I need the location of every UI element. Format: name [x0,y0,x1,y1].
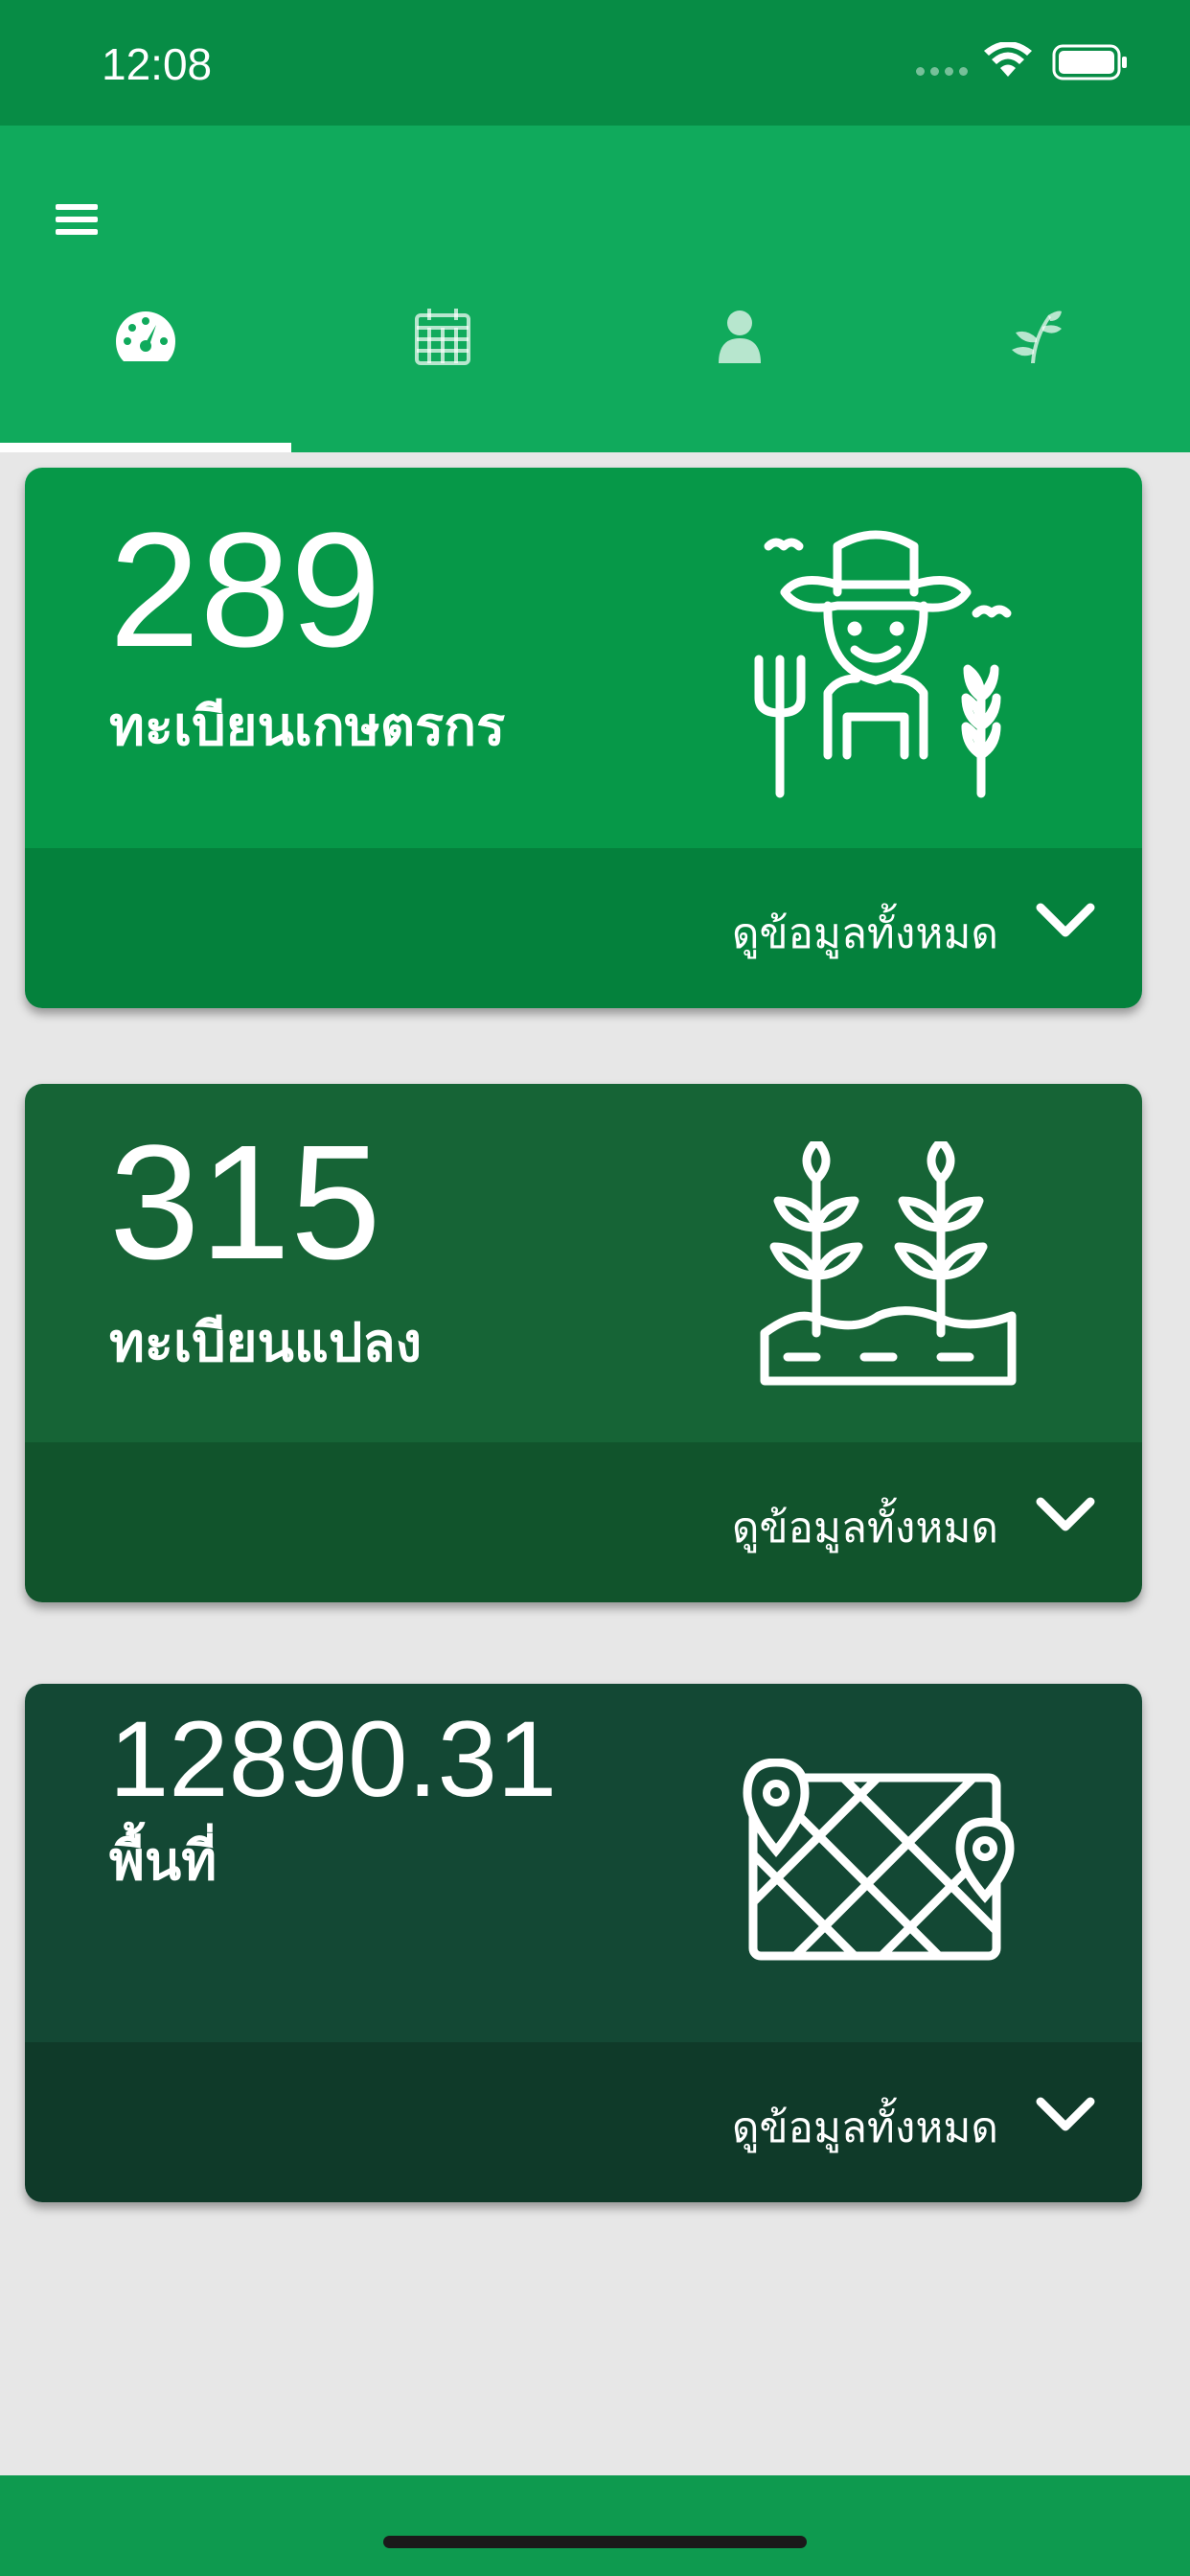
view-all-link[interactable]: ดูข้อมูลทั้งหมด [732,2094,998,2161]
map-pins-icon [743,1759,1015,1961]
card-footer[interactable]: ดูข้อมูลทั้งหมด [25,848,1142,1008]
view-all-link[interactable]: ดูข้อมูลทั้งหมด [732,1494,998,1561]
status-time: 12:08 [102,39,213,89]
farmer-registry-card[interactable]: 289 ทะเบียนเกษตรกร ดูข้อมูลทั้งหมด [25,468,1142,1008]
status-bar: 12:08 [0,0,1190,126]
chevron-down-icon[interactable] [1035,900,1096,942]
card-header: 12890.31 พื้นที่ [25,1684,1142,2042]
card-footer[interactable]: ดูข้อมูลทั้งหมด [25,1442,1142,1602]
calendar-icon [415,309,470,365]
plot-count: 315 [109,1112,381,1294]
bottom-bar [0,2475,1190,2576]
wifi-icon [984,42,1032,77]
card-footer[interactable]: ดูข้อมูลทั้งหมด [25,2042,1142,2202]
view-all-link[interactable]: ดูข้อมูลทั้งหมด [732,900,998,967]
area-value: 12890.31 [109,1699,558,1819]
farmer-count: 289 [109,499,381,681]
plant-sprout-icon [1012,310,1062,363]
area-label: พื้นที่ [109,1830,217,1893]
farmer-registry-label: ทะเบียนเกษตรกร [109,696,506,758]
crop-plot-icon [760,1141,1017,1386]
area-card[interactable]: 12890.31 พื้นที่ ดูข้อมูลทั้งหมด [25,1684,1142,2202]
home-indicator[interactable] [383,2536,807,2548]
active-tab-indicator [0,443,291,452]
chevron-down-icon[interactable] [1035,1494,1096,1536]
card-header: 289 ทะเบียนเกษตรกร [25,468,1142,848]
farmer-icon [754,530,1012,798]
plot-registry-label: ทะเบียนแปลง [109,1312,423,1374]
person-icon [719,310,761,363]
plot-registry-card[interactable]: 315 ทะเบียนแปลง ดูข้อมูลทั้งหมด [25,1084,1142,1602]
battery-icon [1052,44,1127,80]
hamburger-menu-icon[interactable] [56,200,98,239]
tab-plants[interactable] [891,288,1182,384]
tab-calendar[interactable] [297,288,588,384]
cellular-signal-icon [916,67,968,76]
app-bar [0,126,1190,452]
tab-dashboard[interactable] [0,288,291,384]
tab-profile[interactable] [594,288,885,384]
chevron-down-icon[interactable] [1035,2094,1096,2136]
card-header: 315 ทะเบียนแปลง [25,1084,1142,1442]
dashboard-gauge-icon [116,311,175,361]
